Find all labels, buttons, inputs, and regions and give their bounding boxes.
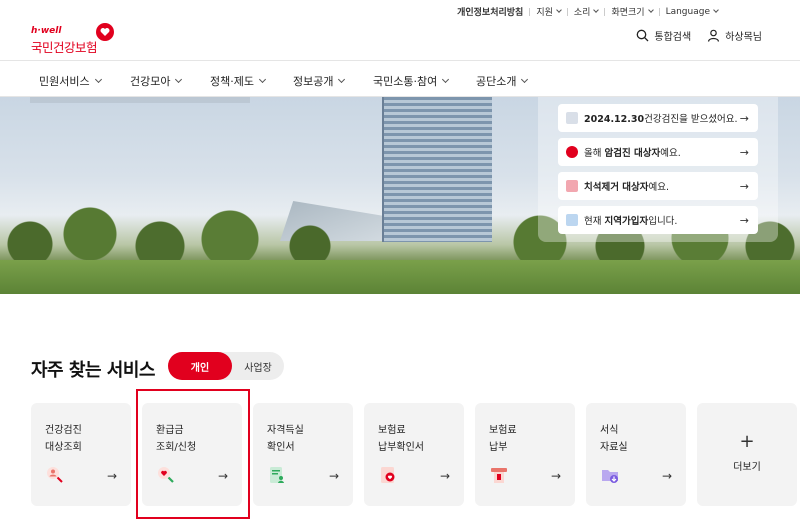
chevron-down-icon — [521, 75, 529, 84]
search-icon — [637, 29, 649, 42]
plus-icon: + — [739, 431, 755, 452]
chevron-down-icon — [94, 75, 102, 84]
card-label: 서식 자료실 — [600, 425, 628, 453]
notice-text: 치석제거 대상자예요. — [584, 182, 669, 193]
sound-menu[interactable]: 소리 — [574, 5, 600, 18]
header-actions: 통합검색 하상목님 — [636, 28, 762, 43]
user-icon — [708, 29, 720, 42]
more-label: 더보기 — [733, 462, 761, 473]
language-menu[interactable]: Language — [666, 7, 719, 17]
chevron-down-icon — [556, 7, 562, 13]
arrow-right-icon: → — [739, 214, 749, 227]
utility-bar: 개인정보처리방침 지원 소리 화면크기 Language — [457, 5, 719, 18]
chevron-down-icon — [175, 75, 183, 84]
selection-highlight-box — [136, 389, 250, 519]
service-card-forms[interactable]: 서식 자료실 → — [586, 403, 686, 506]
arrow-right-icon: → — [106, 469, 117, 483]
service-card-eligibility[interactable]: 자격득실 확인서 → — [253, 403, 353, 506]
lawn-image — [0, 260, 800, 294]
tooth-icon — [566, 180, 578, 192]
payment-icon — [491, 468, 507, 483]
notice-checkup[interactable]: 2024.12.30건강검진을 받으셨어요. → — [558, 104, 758, 132]
service-card-premium-payment[interactable]: 보험료 납부 → — [475, 403, 575, 506]
card-label: 건강검진 대상조회 — [45, 425, 82, 453]
search-button[interactable]: 통합검색 — [636, 28, 691, 43]
arrow-right-icon: → — [439, 469, 450, 483]
search-label: 통합검색 — [654, 32, 692, 43]
hero-title-fragment — [30, 97, 250, 103]
folder-download-icon — [602, 470, 618, 483]
document-person-icon — [270, 467, 284, 483]
privacy-link[interactable]: 개인정보처리방침 — [457, 5, 523, 18]
heart-plus-icon — [566, 146, 578, 158]
arrow-right-icon: → — [739, 112, 749, 125]
arrow-right-icon: → — [739, 146, 749, 159]
gnb-about[interactable]: 공단소개 — [476, 73, 529, 89]
gnb-health[interactable]: 건강모아 — [130, 73, 183, 89]
logo-name: 국민건강보험 — [31, 40, 98, 55]
chevron-down-icon — [338, 75, 346, 84]
main-navigation: 민원서비스 건강모아 정책·제도 정보공개 국민소통·참여 공단소개 — [0, 60, 800, 97]
calendar-icon — [566, 112, 578, 124]
gnb-civil-service[interactable]: 민원서비스 — [39, 73, 102, 89]
notice-scaling[interactable]: 치석제거 대상자예요. → — [558, 172, 758, 200]
section-title: 자주 찾는 서비스 — [31, 360, 155, 381]
tab-business[interactable]: 사업장 — [232, 352, 284, 380]
chevron-down-icon — [647, 7, 654, 13]
arrow-right-icon: → — [550, 469, 561, 483]
user-menu[interactable]: 하상목님 — [707, 28, 762, 43]
chevron-down-icon — [713, 7, 719, 13]
notice-text: 올해 암검진 대상자예요. — [584, 148, 681, 159]
service-card-premium-certificate[interactable]: 보험료 납부확인서 → — [364, 403, 464, 506]
service-type-toggle: 개인 사업장 — [168, 352, 284, 380]
document-heart-icon — [381, 467, 395, 483]
card-label: 보험료 납부 — [489, 425, 517, 453]
arrow-right-icon: → — [328, 469, 339, 483]
service-more-button[interactable]: + 더보기 — [697, 403, 797, 506]
gnb-communication[interactable]: 국민소통·참여 — [373, 73, 450, 89]
logo-tagline: h·well — [31, 26, 62, 36]
user-name: 하상목님 — [725, 32, 762, 43]
chevron-down-icon — [442, 75, 450, 84]
support-menu[interactable]: 지원 — [536, 5, 562, 18]
notice-text: 현재 지역가입자입니다. — [584, 216, 678, 227]
gnb-policy[interactable]: 정책·제도 — [210, 73, 267, 89]
notice-member-type[interactable]: 현재 지역가입자입니다. → — [558, 206, 758, 234]
person-search-icon — [47, 467, 63, 483]
screen-size-menu[interactable]: 화면크기 — [611, 5, 654, 18]
chevron-down-icon — [593, 7, 600, 13]
tab-personal[interactable]: 개인 — [168, 352, 232, 380]
chevron-down-icon — [258, 75, 267, 84]
gnb-info-disclosure[interactable]: 정보공개 — [293, 73, 346, 89]
arrow-right-icon: → — [739, 180, 749, 193]
card-label: 자격득실 확인서 — [267, 425, 304, 453]
service-card-checkup-lookup[interactable]: 건강검진 대상조회 → — [31, 403, 131, 506]
house-icon — [566, 214, 578, 226]
notice-text: 2024.12.30건강검진을 받으셨어요. — [584, 114, 738, 125]
site-logo[interactable]: h·well 국민건강보험 — [31, 22, 121, 55]
card-label: 보험료 납부확인서 — [378, 425, 424, 453]
notice-cancer-screening[interactable]: 올해 암검진 대상자예요. → — [558, 138, 758, 166]
arrow-right-icon: → — [661, 469, 672, 483]
heart-logo-icon — [96, 23, 114, 41]
